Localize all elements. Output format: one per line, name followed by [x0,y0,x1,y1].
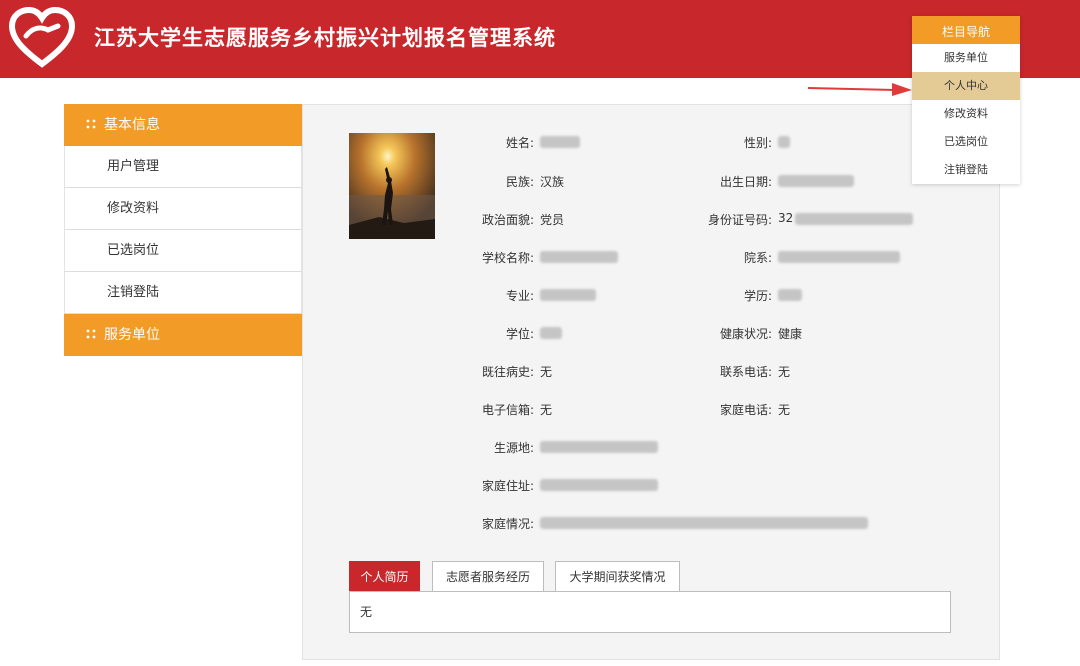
nav-item-service-units[interactable]: 服务单位 [912,44,1020,72]
health-label: 健康状况: [719,327,772,341]
medical-history-value: 无 [540,365,553,379]
name-value [540,134,580,148]
home-phone-label: 家庭电话: [719,403,772,417]
profile-photo [349,133,435,239]
education-label: 学历: [743,289,772,303]
health-value: 健康 [778,327,803,341]
department-label: 院系: [743,251,772,265]
heart-hand-logo [8,6,76,68]
address-label: 家庭住址: [481,479,534,493]
political-value: 党员 [540,213,565,227]
gender-label: 性别: [743,136,772,150]
school-label: 学校名称: [481,251,534,265]
department-value [778,249,900,263]
medical-history-label: 既往病史: [481,365,534,379]
degree-label: 学位: [505,327,534,341]
sidebar-item-logout[interactable]: 注销登陆 [64,272,302,314]
tab-volunteer-experience[interactable]: 志愿者服务经历 [432,561,544,591]
sidebar-item-user-management[interactable]: 用户管理 [64,146,302,188]
email-value: 无 [540,403,553,417]
sidebar-section-label: 基本信息 [104,117,160,133]
nav-dropdown-title[interactable]: 栏目导航 [912,16,1020,44]
address-value [540,477,658,491]
major-label: 专业: [505,289,534,303]
phone-label: 联系电话: [719,365,772,379]
sidebar-section-service-units[interactable]: 服务单位 [64,314,302,356]
sidebar-item-edit-profile[interactable]: 修改资料 [64,188,302,230]
origin-value [540,439,658,453]
birthdate-label: 出生日期: [719,175,772,189]
tab-content: 无 [349,591,951,633]
ethnicity-value: 汉族 [540,175,565,189]
school-value [540,249,618,263]
sidebar-section-label: 服务单位 [104,327,160,343]
grip-icon [86,329,96,339]
sidebar-item-selected-posts[interactable]: 已选岗位 [64,230,302,272]
birthdate-value [778,173,854,187]
nav-item-edit-profile[interactable]: 修改资料 [912,100,1020,128]
sidebar-section-basic-info[interactable]: 基本信息 [64,104,302,146]
origin-label: 生源地: [493,441,534,455]
political-label: 政治面貌: [481,213,534,227]
nav-item-logout[interactable]: 注销登陆 [912,156,1020,184]
id-number-prefix: 32 [778,211,794,225]
family-label: 家庭情况: [481,517,534,531]
id-number-label: 身份证号码: [707,213,772,227]
nav-item-personal-center[interactable]: 个人中心 [912,72,1020,100]
profile-panel: 姓名: 性别: 民族: 汉族 出生日期: 政治面貌: 党员 身份证号码: 32 … [302,104,1000,660]
home-phone-value: 无 [778,403,791,417]
tab-awards[interactable]: 大学期间获奖情况 [555,561,680,591]
ethnicity-label: 民族: [505,175,534,189]
annotation-arrow-icon [808,83,912,96]
site-title: 江苏大学生志愿服务乡村振兴计划报名管理系统 [94,25,556,50]
gender-value [778,134,790,148]
grip-icon [86,119,96,129]
phone-value: 无 [778,365,791,379]
major-value [540,287,596,301]
column-nav-dropdown: 栏目导航 服务单位 个人中心 修改资料 已选岗位 注销登陆 [912,16,1020,184]
family-value [540,515,868,529]
tab-resume[interactable]: 个人简历 [349,561,420,591]
email-label: 电子信箱: [481,403,534,417]
name-label: 姓名: [505,136,534,150]
sidebar: 基本信息 用户管理 修改资料 已选岗位 注销登陆 服务单位 [64,104,302,356]
education-value [778,287,802,301]
nav-item-selected-posts[interactable]: 已选岗位 [912,128,1020,156]
degree-value [540,325,562,339]
id-number-value: 32 [778,211,914,225]
